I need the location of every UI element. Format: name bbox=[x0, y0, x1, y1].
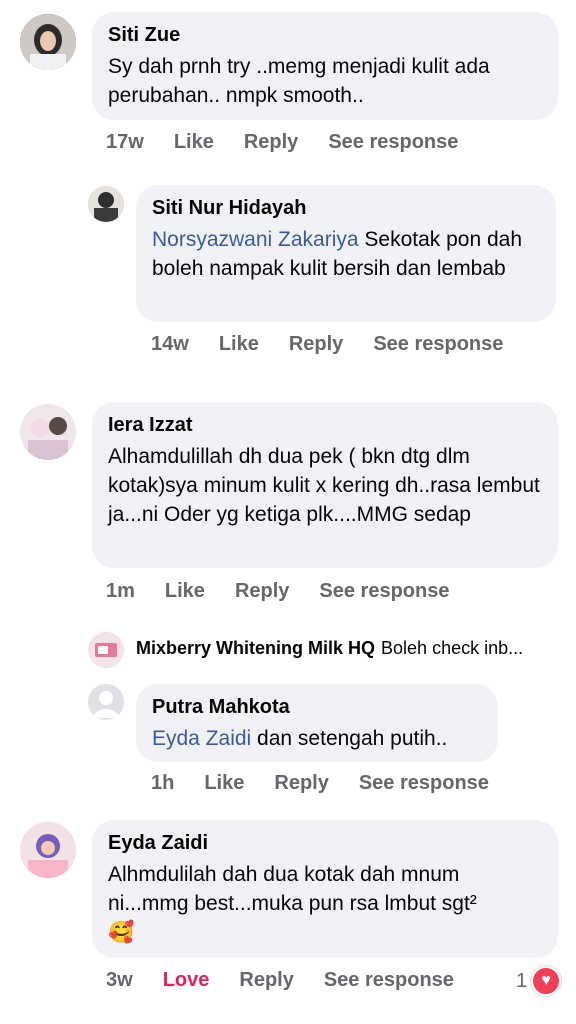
timestamp[interactable]: 1h bbox=[151, 772, 174, 795]
reaction-summary[interactable]: 1 ♥ bbox=[516, 966, 562, 996]
comment-actions: 3w Love Reply See response bbox=[106, 969, 484, 992]
comment-text: Alhamdulillah dh dua pek ( bkn dtg dlm k… bbox=[108, 445, 540, 526]
comment-author[interactable]: Iera Izzat bbox=[108, 412, 542, 438]
comment-actions: 17w Like Reply See response bbox=[106, 131, 488, 154]
comment-bubble: Siti Nur Hidayah Norsyazwani Zakariya Se… bbox=[136, 185, 556, 322]
like-button[interactable]: Like bbox=[174, 131, 214, 154]
comment-text-body: dan setengah putih.. bbox=[251, 727, 448, 750]
mention-link[interactable]: Eyda Zaidi bbox=[152, 727, 251, 750]
heart-icon: ♥ bbox=[531, 966, 562, 996]
comment-author[interactable]: Siti Zue bbox=[108, 22, 542, 48]
comment-actions: 1h Like Reply See response bbox=[151, 772, 519, 795]
avatar[interactable] bbox=[88, 186, 124, 222]
see-response-button[interactable]: See response bbox=[328, 131, 458, 154]
comment-author[interactable]: Putra Mahkota bbox=[152, 694, 482, 720]
avatar[interactable] bbox=[20, 822, 76, 878]
avatar[interactable] bbox=[20, 404, 76, 460]
comment-bubble: Iera Izzat Alhamdulillah dh dua pek ( bk… bbox=[92, 402, 558, 568]
user-photo-icon bbox=[20, 822, 76, 878]
reply-button[interactable]: Reply bbox=[235, 580, 289, 603]
comment-actions: 1m Like Reply See response bbox=[106, 580, 479, 603]
user-photo-icon bbox=[88, 186, 124, 222]
page-logo-icon bbox=[88, 632, 124, 668]
comment-author[interactable]: Siti Nur Hidayah bbox=[152, 195, 540, 221]
see-response-button[interactable]: See response bbox=[373, 333, 503, 356]
user-photo-icon bbox=[20, 404, 76, 460]
timestamp[interactable]: 1m bbox=[106, 580, 135, 603]
collapsed-reply[interactable]: Mixberry Whitening Milk HQ Boleh check i… bbox=[136, 638, 523, 659]
comment-text: Sy dah prnh try ..memg menjadi kulit ada… bbox=[108, 55, 490, 107]
see-response-button[interactable]: See response bbox=[359, 772, 489, 795]
mention-link[interactable]: Norsyazwani Zakariya bbox=[152, 228, 359, 251]
comment-text-body: Alhmdulilah dah dua kotak dah mnum ni...… bbox=[108, 863, 477, 915]
comment-actions: 14w Like Reply See response bbox=[151, 333, 533, 356]
reply-button[interactable]: Reply bbox=[244, 131, 298, 154]
user-photo-icon bbox=[20, 14, 76, 70]
comment-author[interactable]: Eyda Zaidi bbox=[108, 830, 542, 856]
default-avatar-icon bbox=[88, 684, 124, 720]
like-button[interactable]: Like bbox=[165, 580, 205, 603]
like-button[interactable]: Like bbox=[204, 772, 244, 795]
avatar[interactable] bbox=[88, 632, 124, 668]
like-button[interactable]: Like bbox=[219, 333, 259, 356]
comment-text: Alhmdulilah dah dua kotak dah mnum ni...… bbox=[108, 860, 542, 947]
avatar[interactable] bbox=[20, 14, 76, 70]
timestamp[interactable]: 3w bbox=[106, 969, 133, 992]
comment-bubble: Siti Zue Sy dah prnh try ..memg menjadi … bbox=[92, 12, 558, 120]
comment-text: Norsyazwani Zakariya Sekotak pon dah bol… bbox=[152, 225, 540, 283]
comment-snippet: Boleh check inb... bbox=[381, 638, 524, 658]
comment-text: Eyda Zaidi dan setengah putih.. bbox=[152, 724, 482, 753]
smiling-face-hearts-icon: 🥰 bbox=[108, 921, 135, 944]
avatar[interactable] bbox=[88, 684, 124, 720]
timestamp[interactable]: 17w bbox=[106, 131, 144, 154]
timestamp[interactable]: 14w bbox=[151, 333, 189, 356]
reply-button[interactable]: Reply bbox=[274, 772, 328, 795]
see-response-button[interactable]: See response bbox=[324, 969, 454, 992]
comment-bubble: Putra Mahkota Eyda Zaidi dan setengah pu… bbox=[136, 684, 498, 762]
reaction-count: 1 bbox=[516, 969, 528, 992]
see-response-button[interactable]: See response bbox=[319, 580, 449, 603]
love-button[interactable]: Love bbox=[163, 969, 210, 992]
comment-bubble: Eyda Zaidi Alhmdulilah dah dua kotak dah… bbox=[92, 820, 558, 958]
reply-button[interactable]: Reply bbox=[289, 333, 343, 356]
reply-button[interactable]: Reply bbox=[239, 969, 293, 992]
comment-author[interactable]: Mixberry Whitening Milk HQ bbox=[136, 638, 375, 659]
